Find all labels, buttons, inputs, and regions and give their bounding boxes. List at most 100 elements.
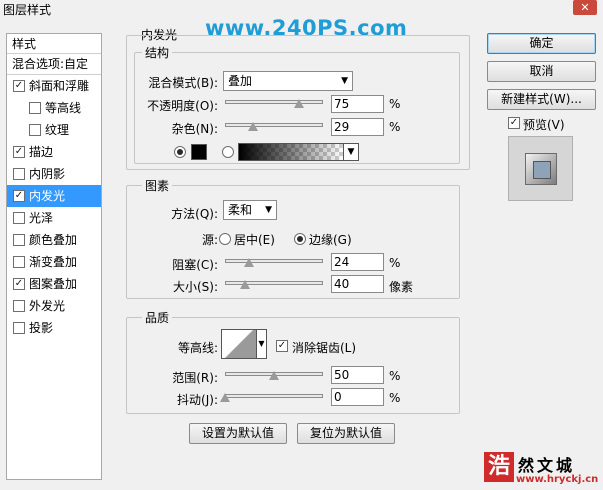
- style-item-checkbox[interactable]: [13, 212, 25, 224]
- preview-label[interactable]: 预览(V): [523, 116, 565, 133]
- chevron-down-icon: ▼: [341, 76, 348, 86]
- size-slider[interactable]: [225, 278, 323, 289]
- contour-label: 等高线:: [177, 341, 218, 355]
- style-item-checkbox[interactable]: [13, 322, 25, 334]
- style-item[interactable]: 描边: [7, 141, 101, 163]
- structure-label: 结构: [142, 44, 173, 61]
- source-edge-radio[interactable]: [294, 233, 306, 245]
- style-item[interactable]: 光泽: [7, 207, 101, 229]
- logo-brand: 然文城: [518, 456, 576, 475]
- reset-default-button[interactable]: 复位为默认值: [297, 423, 395, 444]
- jitter-label: 抖动(J):: [177, 393, 218, 407]
- chevron-down-icon[interactable]: ▼: [257, 329, 267, 359]
- choke-slider[interactable]: [225, 256, 323, 267]
- glow-color-swatch[interactable]: [191, 144, 207, 160]
- range-field[interactable]: 50: [331, 366, 384, 384]
- style-item[interactable]: 图案叠加: [7, 273, 101, 295]
- jitter-slider[interactable]: [220, 391, 323, 402]
- slider-track: [225, 100, 323, 104]
- noise-slider[interactable]: [225, 120, 323, 131]
- style-item-checkbox[interactable]: [29, 102, 41, 114]
- elements-label: 图素: [142, 177, 173, 194]
- source-label: 源:: [201, 233, 218, 247]
- method-label: 方法(Q):: [171, 207, 218, 221]
- blend-mode-value: 叠加: [228, 74, 253, 88]
- blend-options-item[interactable]: 混合选项:自定: [7, 54, 101, 75]
- size-field[interactable]: 40: [331, 275, 384, 293]
- slider-thumb[interactable]: [269, 371, 279, 380]
- blend-mode-label: 混合模式(B):: [148, 76, 218, 90]
- style-item-label: 图案叠加: [29, 277, 78, 291]
- slider-track: [225, 123, 323, 127]
- style-item[interactable]: 投影: [7, 317, 101, 339]
- style-item-label: 内发光: [29, 189, 66, 203]
- source-edge-label[interactable]: 边缘(G): [309, 231, 352, 248]
- choke-unit: %: [389, 256, 401, 270]
- style-item-checkbox[interactable]: [29, 124, 41, 136]
- slider-track: [225, 394, 323, 398]
- choke-field[interactable]: 24: [331, 253, 384, 271]
- style-item-checkbox[interactable]: [13, 256, 25, 268]
- logo-mark: 浩: [484, 452, 514, 482]
- choke-label: 阻塞(C):: [172, 258, 218, 272]
- set-default-button[interactable]: 设置为默认值: [189, 423, 287, 444]
- slider-thumb[interactable]: [239, 280, 250, 289]
- style-item[interactable]: 纹理: [7, 119, 101, 141]
- chevron-down-icon: ▼: [265, 205, 272, 215]
- ok-button[interactable]: 确定: [487, 33, 596, 54]
- contour-thumbnail[interactable]: [221, 329, 257, 359]
- opacity-slider[interactable]: [225, 97, 323, 108]
- style-item[interactable]: 内阴影: [7, 163, 101, 185]
- style-item-label: 内阴影: [29, 167, 66, 181]
- logo-url: www.hryckj.cn: [516, 474, 599, 485]
- jitter-field[interactable]: 0: [331, 388, 384, 406]
- style-item-label: 颜色叠加: [29, 233, 78, 247]
- new-style-button[interactable]: 新建样式(W)...: [487, 89, 596, 110]
- anti-alias-label[interactable]: 消除锯齿(L): [292, 339, 356, 356]
- cancel-button[interactable]: 取消: [487, 61, 596, 82]
- style-item-checkbox[interactable]: [13, 80, 25, 92]
- jitter-unit: %: [389, 391, 401, 405]
- style-item-label: 斜面和浮雕: [29, 79, 90, 93]
- style-item-checkbox[interactable]: [13, 300, 25, 312]
- slider-thumb[interactable]: [243, 258, 254, 267]
- gradient-swatch[interactable]: [238, 143, 344, 161]
- opacity-unit: %: [389, 97, 401, 111]
- window-title: 图层样式: [3, 3, 52, 17]
- chevron-down-icon[interactable]: ▼: [343, 143, 359, 161]
- slider-track: [225, 259, 323, 263]
- opacity-field[interactable]: 75: [331, 95, 384, 113]
- slider-thumb[interactable]: [220, 393, 230, 402]
- noise-label: 杂色(N):: [171, 122, 218, 136]
- style-item[interactable]: 内发光: [7, 185, 101, 207]
- style-item-label: 外发光: [29, 299, 66, 313]
- opacity-label: 不透明度(O):: [147, 99, 218, 113]
- source-center-radio[interactable]: [219, 233, 231, 245]
- gradient-radio[interactable]: [222, 146, 234, 158]
- style-item[interactable]: 渐变叠加: [7, 251, 101, 273]
- style-item-checkbox[interactable]: [13, 234, 25, 246]
- style-list-header[interactable]: 样式: [7, 34, 101, 54]
- style-item[interactable]: 颜色叠加: [7, 229, 101, 251]
- title-bar: 图层样式 ✕: [0, 0, 603, 17]
- anti-alias-checkbox[interactable]: [276, 340, 288, 352]
- style-item-checkbox[interactable]: [13, 168, 25, 180]
- blend-mode-select[interactable]: 叠加 ▼: [223, 71, 353, 91]
- color-radio[interactable]: [174, 146, 186, 158]
- style-item[interactable]: 外发光: [7, 295, 101, 317]
- style-item[interactable]: 斜面和浮雕: [7, 75, 101, 97]
- preview-checkbox[interactable]: [508, 117, 520, 129]
- style-item[interactable]: 等高线: [7, 97, 101, 119]
- source-center-label[interactable]: 居中(E): [234, 231, 275, 248]
- close-icon[interactable]: ✕: [573, 0, 597, 15]
- range-slider[interactable]: [225, 369, 323, 380]
- slider-thumb[interactable]: [248, 122, 259, 131]
- range-label: 范围(R):: [172, 371, 218, 385]
- style-item-checkbox[interactable]: [13, 190, 25, 202]
- method-select[interactable]: 柔和 ▼: [223, 200, 277, 220]
- style-item-checkbox[interactable]: [13, 146, 25, 158]
- slider-thumb[interactable]: [293, 99, 304, 108]
- style-item-checkbox[interactable]: [13, 278, 25, 290]
- noise-field[interactable]: 29: [331, 118, 384, 136]
- style-item-label: 投影: [29, 321, 54, 335]
